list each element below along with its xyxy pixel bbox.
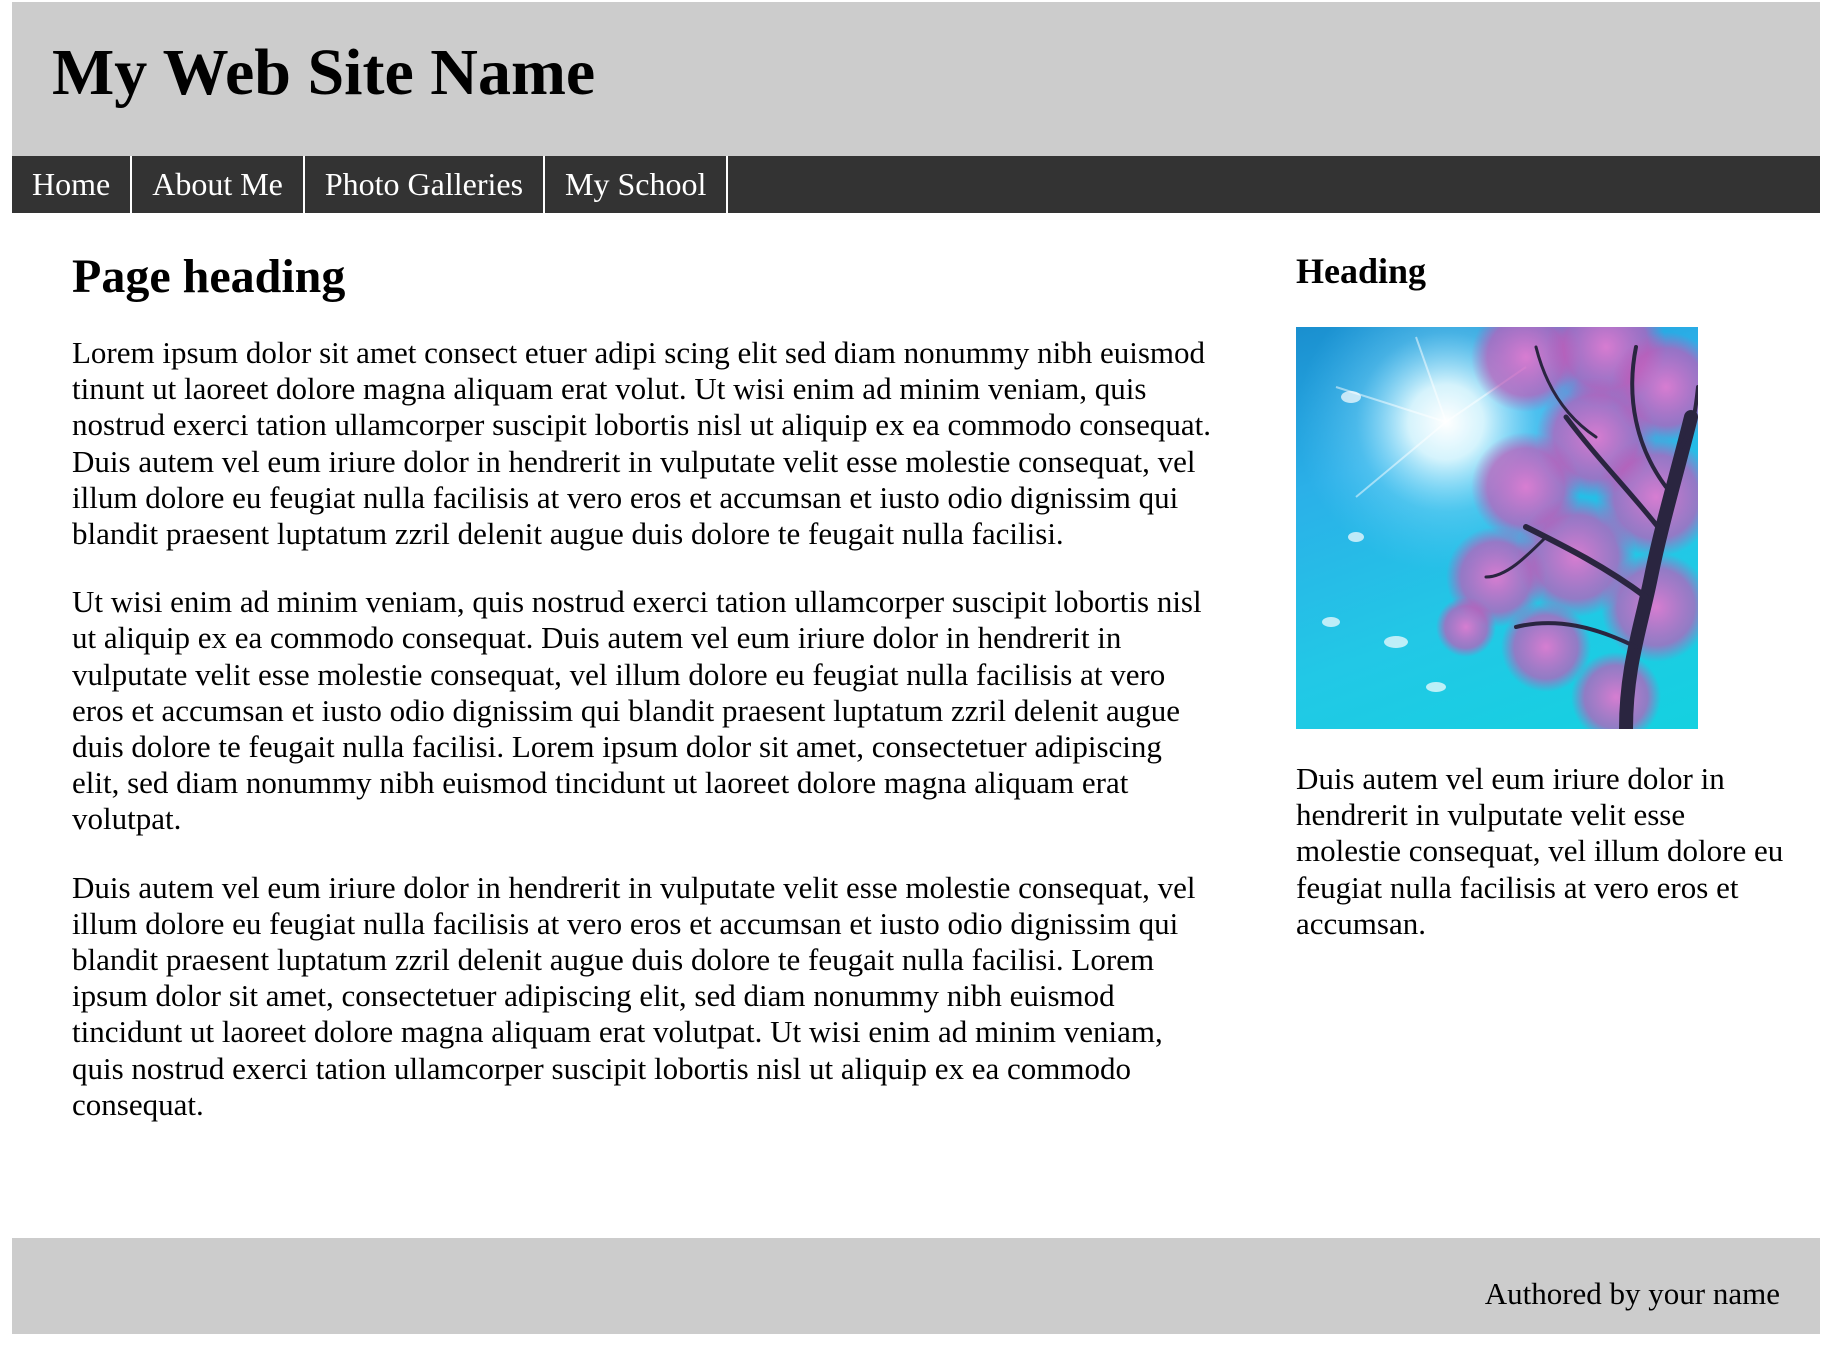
- nav-item-home[interactable]: Home: [12, 156, 133, 213]
- main-column: Page heading Lorem ipsum dolor sit amet …: [72, 253, 1212, 1155]
- nav-item-my-school[interactable]: My School: [545, 156, 729, 213]
- content-area: Page heading Lorem ipsum dolor sit amet …: [12, 213, 1820, 1238]
- main-nav: Home About Me Photo Galleries My School: [12, 156, 1820, 213]
- nav-item-about-me[interactable]: About Me: [132, 156, 305, 213]
- nav-item-photo-galleries[interactable]: Photo Galleries: [305, 156, 546, 213]
- blossom-tree-photo: [1296, 327, 1698, 729]
- site-footer: Authored by your name: [12, 1238, 1820, 1334]
- sidebar-text: Duis autem vel eum iriure dolor in hendr…: [1296, 761, 1784, 941]
- site-header: My Web Site Name: [12, 2, 1820, 156]
- sidebar-heading: Heading: [1296, 251, 1427, 291]
- main-paragraph: Ut wisi enim ad minim veniam, quis nostr…: [72, 584, 1202, 837]
- page: My Web Site Name Home About Me Photo Gal…: [12, 2, 1820, 1334]
- footer-text: Authored by your name: [1484, 1276, 1780, 1311]
- site-title: My Web Site Name: [52, 36, 596, 109]
- main-paragraph: Duis autem vel eum iriure dolor in hendr…: [72, 869, 1196, 1122]
- sidebar: Heading Duis autem vel eum iriure dolor …: [1296, 253, 1786, 942]
- main-paragraph: Lorem ipsum dolor sit amet consect etuer…: [72, 335, 1211, 552]
- page-heading: Page heading: [72, 250, 346, 303]
